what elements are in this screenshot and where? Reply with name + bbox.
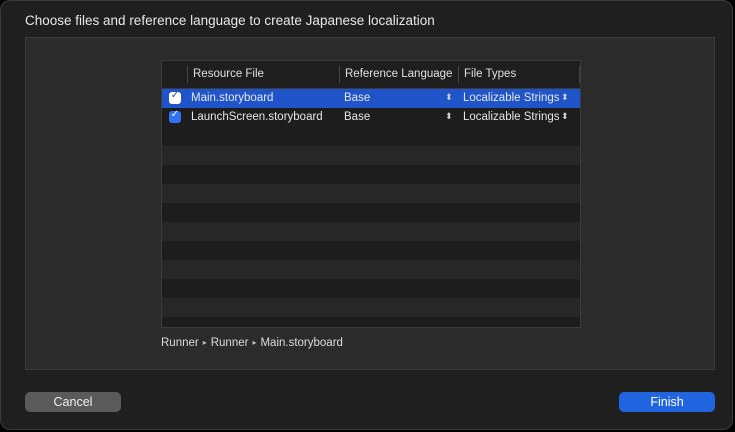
empty-row — [162, 146, 580, 165]
table-row[interactable]: ✓ LaunchScreen.storyboard Base ⬍ Localiz… — [162, 108, 580, 127]
resource-file-name: LaunchScreen.storyboard — [191, 111, 323, 123]
column-separator — [458, 66, 459, 83]
reference-language-popup[interactable]: Base — [344, 108, 370, 127]
localization-dialog: Choose files and reference language to c… — [0, 0, 733, 430]
cancel-button[interactable]: Cancel — [25, 392, 121, 412]
reference-language-popup[interactable]: Base — [344, 89, 370, 108]
up-down-chevron-icon: ⬍ — [445, 93, 453, 103]
resource-file-name: Main.storyboard — [191, 92, 274, 104]
up-down-chevron-icon: ⬍ — [445, 112, 453, 122]
column-resource-file[interactable]: Resource File — [193, 61, 264, 88]
include-checkbox[interactable]: ✓ — [169, 109, 181, 123]
dialog-title: Choose files and reference language to c… — [25, 13, 435, 28]
column-separator — [579, 66, 580, 83]
table-header: Resource File Reference Language File Ty… — [162, 61, 580, 89]
empty-row — [162, 222, 580, 241]
up-down-chevron-icon: ⬍ — [561, 93, 569, 103]
triangle-right-icon: ▸ — [252, 338, 257, 347]
file-type-popup[interactable]: Localizable Strings — [463, 89, 560, 108]
empty-row — [162, 317, 580, 327]
column-separator — [339, 66, 340, 83]
breadcrumb: Runner ▸ Runner ▸ Main.storyboard — [161, 337, 343, 349]
table-rows: ✓ Main.storyboard Base ⬍ Localizable Str… — [162, 89, 580, 327]
breadcrumb-item[interactable]: Main.storyboard — [260, 337, 342, 349]
empty-row — [162, 241, 580, 260]
column-reference-language[interactable]: Reference Language — [345, 61, 452, 88]
file-type-popup[interactable]: Localizable Strings — [463, 108, 560, 127]
localization-table: Resource File Reference Language File Ty… — [161, 60, 581, 328]
finish-button[interactable]: Finish — [619, 392, 715, 412]
triangle-right-icon: ▸ — [202, 338, 207, 347]
checkmark-icon: ✓ — [170, 109, 180, 120]
empty-row — [162, 260, 580, 279]
column-file-types[interactable]: File Types — [464, 61, 516, 88]
empty-row — [162, 279, 580, 298]
up-down-chevron-icon: ⬍ — [561, 112, 569, 122]
include-checkbox[interactable]: ✓ — [169, 90, 181, 104]
breadcrumb-item[interactable]: Runner — [211, 337, 249, 349]
empty-row — [162, 298, 580, 317]
empty-row — [162, 165, 580, 184]
empty-row — [162, 127, 580, 146]
checkmark-icon: ✓ — [170, 90, 180, 101]
column-separator — [187, 66, 188, 83]
content-panel: Resource File Reference Language File Ty… — [25, 37, 715, 370]
table-row[interactable]: ✓ Main.storyboard Base ⬍ Localizable Str… — [162, 89, 580, 108]
breadcrumb-item[interactable]: Runner — [161, 337, 199, 349]
empty-row — [162, 203, 580, 222]
empty-row — [162, 184, 580, 203]
